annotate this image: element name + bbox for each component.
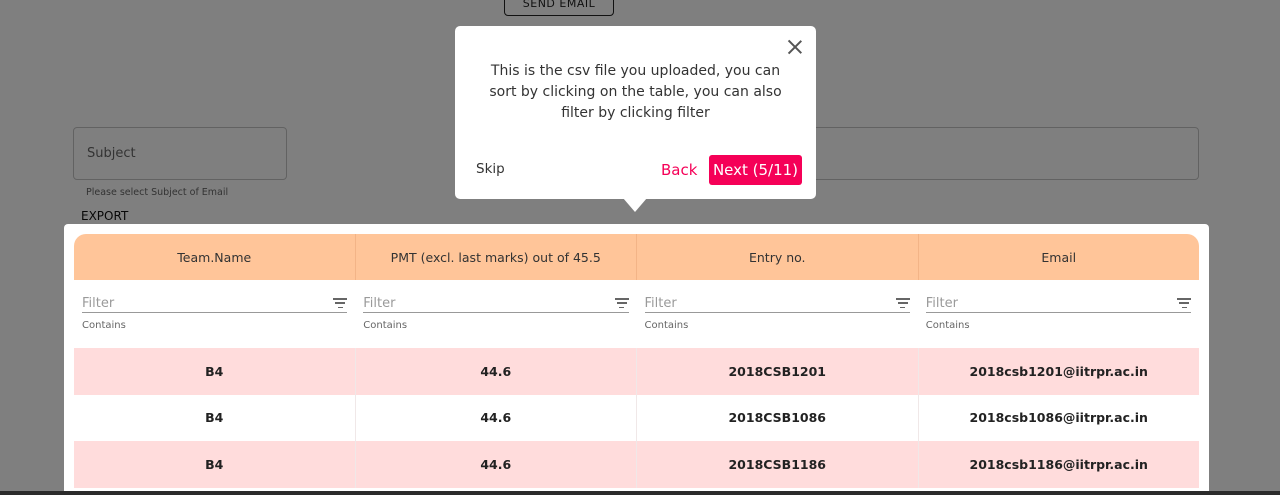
filter-input[interactable]: Filter: [82, 294, 348, 313]
tooltip-arrow: [623, 198, 647, 212]
cell-pmt: 44.6: [356, 394, 637, 441]
column-header[interactable]: Email: [919, 234, 1200, 280]
table-header: Team.Name PMT (excl. last marks) out of …: [74, 234, 1199, 280]
column-header[interactable]: PMT (excl. last marks) out of 45.5: [356, 234, 637, 280]
skip-button[interactable]: Skip: [476, 161, 505, 177]
filter-placeholder: Filter: [82, 295, 115, 311]
cell-email: 2018csb1201@iitrpr.ac.in: [969, 363, 1148, 379]
filter-icon[interactable]: [895, 298, 910, 308]
filter-icon[interactable]: [1177, 298, 1191, 308]
filter-icon[interactable]: [614, 298, 629, 308]
filter-input[interactable]: Filter: [644, 294, 910, 313]
table-card: Team.Name PMT (excl. last marks) out of …: [64, 224, 1209, 495]
filter-mode: Contains: [363, 320, 408, 331]
filter-placeholder: Filter: [363, 295, 396, 311]
cell-email: 2018csb1186@iitrpr.ac.in: [969, 456, 1148, 472]
filter-icon[interactable]: [333, 298, 348, 308]
cell-email: 2018csb1086@iitrpr.ac.in: [969, 410, 1148, 426]
highlighted-table-region: Team.Name PMT (excl. last marks) out of …: [64, 224, 1209, 495]
tour-tooltip: This is the csv file you uploaded, you c…: [455, 26, 816, 212]
tour-text: This is the csv file you uploaded, you c…: [489, 63, 782, 121]
table-row[interactable]: B4 44.6 2018CSB1086 2018csb1086@iitrpr.a…: [74, 394, 1199, 441]
next-button[interactable]: Next (5/11): [709, 155, 802, 185]
filter-input[interactable]: Filter: [363, 294, 629, 313]
table-row[interactable]: B4 44.6 2018CSB1186 2018csb1186@iitrpr.a…: [74, 441, 1199, 488]
filter-cell: Filter Contains: [637, 280, 918, 348]
filter-mode: Contains: [925, 320, 970, 331]
filter-cell: Filter Contains: [74, 280, 355, 348]
filter-input[interactable]: Filter: [925, 294, 1191, 313]
filter-placeholder: Filter: [644, 295, 677, 311]
close-icon[interactable]: [787, 39, 803, 55]
column-header[interactable]: Entry no.: [637, 234, 919, 280]
cell-entry: 2018CSB1086: [637, 394, 919, 441]
filter-cell: Filter Contains: [355, 280, 636, 348]
bottom-bar: [0, 491, 1280, 495]
column-header[interactable]: Team.Name: [74, 234, 356, 280]
cell-team: B4: [74, 394, 356, 441]
filter-placeholder: Filter: [925, 295, 958, 311]
cell-entry: 2018CSB1186: [637, 441, 919, 488]
filter-cell: Filter Contains: [918, 280, 1199, 348]
filter-row: Filter Contains Filter Contains Filter C…: [74, 280, 1199, 348]
cell-entry: 2018CSB1201: [637, 348, 919, 395]
back-button[interactable]: Back: [661, 161, 697, 179]
cell-pmt: 44.6: [356, 348, 637, 395]
data-grid: Team.Name PMT (excl. last marks) out of …: [74, 234, 1199, 488]
cell-team: B4: [74, 441, 356, 488]
table-row[interactable]: B4 44.6 2018CSB1201 2018csb1201@iitrpr.a…: [74, 348, 1199, 395]
cell-pmt: 44.6: [356, 441, 637, 488]
filter-mode: Contains: [644, 320, 689, 331]
filter-mode: Contains: [82, 320, 126, 331]
cell-team: B4: [74, 348, 356, 395]
